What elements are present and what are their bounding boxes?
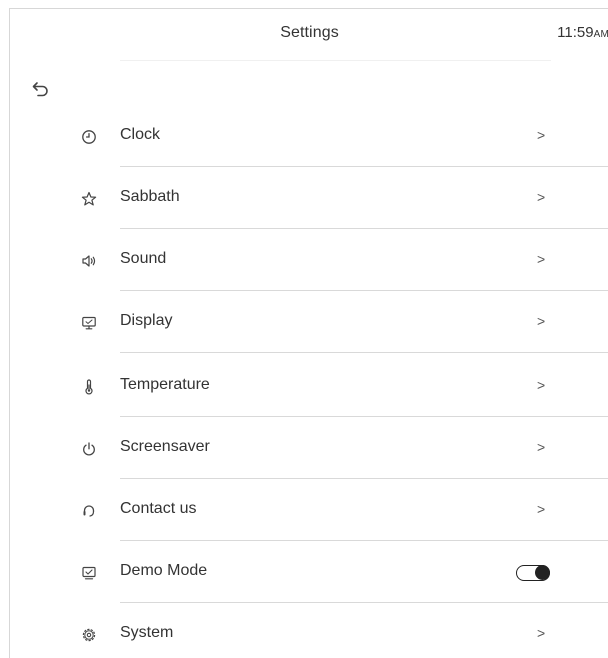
menu-item-label: Temperature bbox=[120, 376, 210, 393]
chevron-right-icon: > bbox=[537, 251, 546, 267]
menu-item-label: Screensaver bbox=[120, 438, 210, 455]
header-divider bbox=[120, 60, 551, 61]
power-icon bbox=[81, 441, 97, 457]
clock-readout: 11:59AM bbox=[557, 24, 608, 41]
clock-time: 11:59 bbox=[557, 24, 594, 41]
speaker-icon bbox=[81, 253, 97, 269]
star-icon bbox=[81, 191, 97, 207]
menu-item-contact-us[interactable]: Contact us > bbox=[10, 479, 608, 541]
demo-mode-toggle[interactable] bbox=[516, 565, 550, 581]
chevron-right-icon: > bbox=[537, 127, 546, 143]
back-button[interactable] bbox=[30, 78, 52, 100]
menu-item-display[interactable]: Display > bbox=[10, 291, 608, 353]
clock-ampm: AM bbox=[593, 29, 608, 40]
menu-item-sound[interactable]: Sound > bbox=[10, 229, 608, 291]
settings-screen: Settings 11:59AM Clock > Sabbath > Sound… bbox=[9, 8, 608, 658]
page-title: Settings bbox=[280, 24, 339, 41]
menu-item-system[interactable]: System > bbox=[10, 603, 608, 658]
menu-item-label: Demo Mode bbox=[120, 562, 208, 579]
thermometer-icon bbox=[81, 379, 97, 395]
row-divider bbox=[120, 352, 608, 353]
header-bar: Settings 11:59AM bbox=[10, 9, 608, 61]
menu-item-temperature[interactable]: Temperature > bbox=[10, 355, 608, 417]
chevron-right-icon: > bbox=[537, 625, 546, 641]
toggle-knob bbox=[535, 565, 550, 580]
back-arrow-icon bbox=[32, 82, 48, 97]
chevron-right-icon: > bbox=[537, 189, 546, 205]
menu-item-screensaver[interactable]: Screensaver > bbox=[10, 417, 608, 479]
headset-icon bbox=[81, 503, 97, 519]
menu-item-label: Display bbox=[120, 312, 173, 329]
menu-item-label: Contact us bbox=[120, 500, 197, 517]
menu-item-demo-mode: Demo Mode bbox=[10, 541, 608, 603]
menu-item-label: Sabbath bbox=[120, 188, 180, 205]
demo-mode-icon bbox=[81, 565, 97, 581]
chevron-right-icon: > bbox=[537, 439, 546, 455]
menu-item-label: Clock bbox=[120, 126, 161, 143]
gear-icon bbox=[81, 627, 97, 643]
menu-item-sabbath[interactable]: Sabbath > bbox=[10, 167, 608, 229]
chevron-right-icon: > bbox=[537, 377, 546, 393]
menu-item-label: System bbox=[120, 624, 174, 641]
chevron-right-icon: > bbox=[537, 501, 546, 517]
chevron-right-icon: > bbox=[537, 313, 546, 329]
monitor-icon bbox=[81, 315, 97, 331]
menu-item-label: Sound bbox=[120, 250, 167, 267]
clock-icon bbox=[81, 129, 97, 145]
menu-item-clock[interactable]: Clock > bbox=[10, 105, 608, 167]
